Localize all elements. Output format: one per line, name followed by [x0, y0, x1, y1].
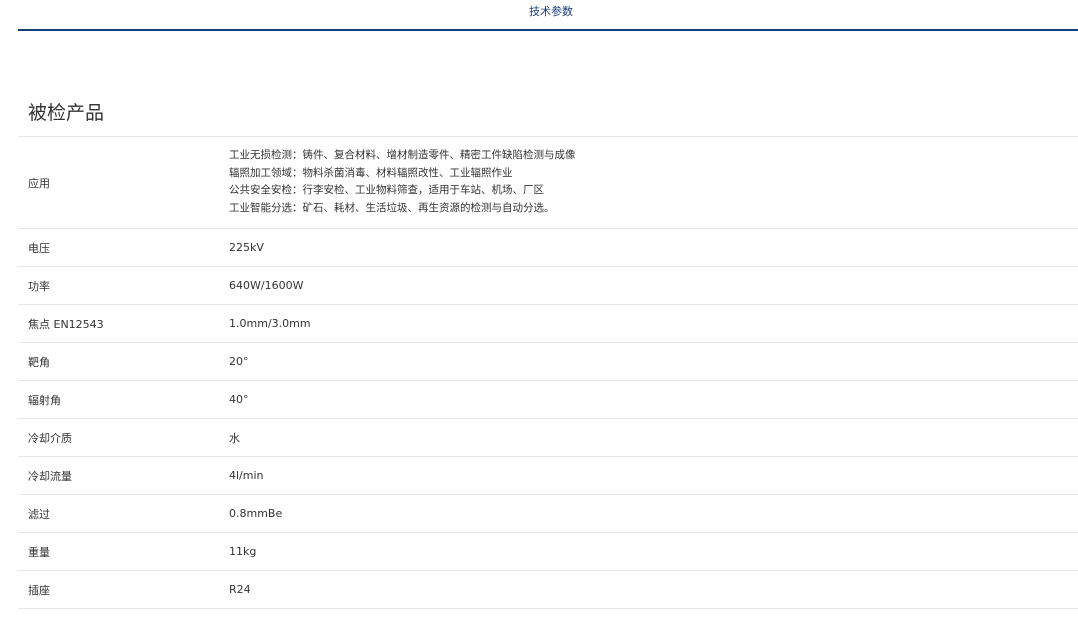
application-line: 辐照加工领域：物料杀菌消毒、材料辐照改性、工业辐照作业 [229, 166, 513, 179]
spec-value-application: 工业无损检测：铸件、复合材料、增材制造零件、精密工件缺陷检测与成像 辐照加工领域… [229, 147, 576, 217]
spec-value: 40° [229, 393, 249, 406]
spec-value: R24 [229, 583, 251, 596]
spec-label: 靶角 [28, 355, 50, 369]
tab-technical-parameters[interactable]: 技术参数 [18, 3, 1078, 19]
spec-label: 焦点 EN12543 [28, 317, 104, 331]
spec-table: 应用 工业无损检测：铸件、复合材料、增材制造零件、精密工件缺陷检测与成像 辐照加… [18, 136, 1078, 609]
spec-label: 滤过 [28, 507, 50, 521]
spec-label: 冷却流量 [28, 469, 72, 483]
spec-row-voltage: 电压 225kV [18, 229, 1078, 267]
spec-value: 20° [229, 355, 249, 368]
tab-bar: 技术参数 [18, 0, 1078, 31]
spec-label: 冷却介质 [28, 431, 72, 445]
spec-value: 0.8mmBe [229, 507, 283, 520]
spec-label: 应用 [28, 176, 50, 190]
spec-row-socket: 插座 R24 [18, 571, 1078, 609]
application-line: 工业智能分选：矿石、耗材、生活垃圾、再生资源的检测与自动分选。 [229, 201, 555, 214]
section-title: 被检产品 [28, 102, 105, 124]
spec-label: 功率 [28, 279, 50, 293]
spec-row-radiation-angle: 辐射角 40° [18, 381, 1078, 419]
spec-value: 4l/min [229, 469, 264, 482]
spec-label: 重量 [28, 545, 50, 559]
spec-row-application: 应用 工业无损检测：铸件、复合材料、增材制造零件、精密工件缺陷检测与成像 辐照加… [18, 137, 1078, 229]
spec-row-filtration: 滤过 0.8mmBe [18, 495, 1078, 533]
spec-row-power: 功率 640W/1600W [18, 267, 1078, 305]
spec-label: 电压 [28, 241, 50, 255]
spec-row-weight: 重量 11kg [18, 533, 1078, 571]
spec-row-cooling-flow: 冷却流量 4l/min [18, 457, 1078, 495]
spec-value: 1.0mm/3.0mm [229, 317, 311, 330]
spec-value: 水 [229, 431, 240, 445]
spec-row-focal-spot: 焦点 EN12543 1.0mm/3.0mm [18, 305, 1078, 343]
spec-value: 640W/1600W [229, 279, 304, 292]
spec-label: 辐射角 [28, 393, 61, 407]
spec-row-cooling-medium: 冷却介质 水 [18, 419, 1078, 457]
application-line: 公共安全安检：行李安检、工业物料筛查，适用于车站、机场、厂区 [229, 184, 544, 196]
spec-value: 225kV [229, 241, 264, 254]
spec-row-target-angle: 靶角 20° [18, 343, 1078, 381]
spec-value: 11kg [229, 545, 257, 558]
application-line: 工业无损检测：铸件、复合材料、增材制造零件、精密工件缺陷检测与成像 [229, 149, 576, 161]
spec-label: 插座 [28, 583, 50, 597]
